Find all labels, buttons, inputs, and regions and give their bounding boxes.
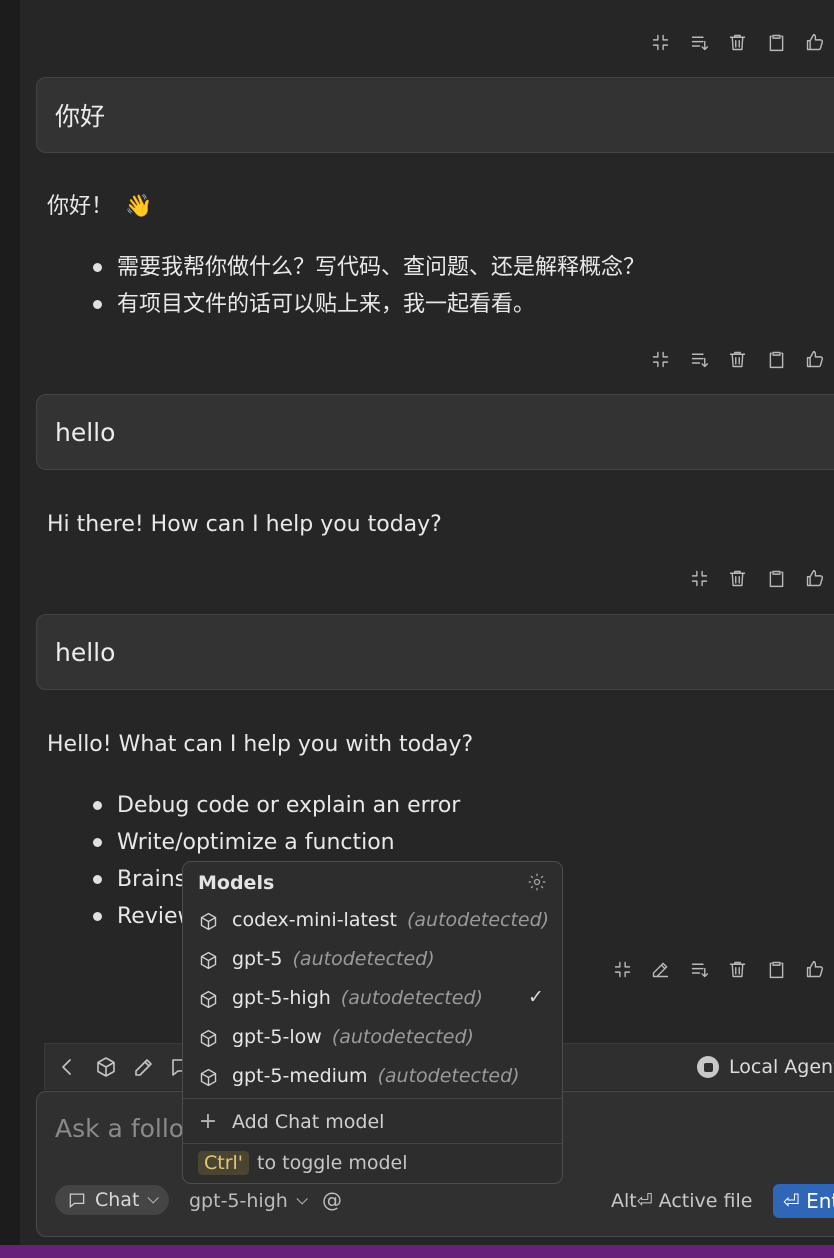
model-label: gpt-5-high xyxy=(189,1190,288,1212)
message-toolbar xyxy=(642,345,834,373)
status-item-icon[interactable] xyxy=(304,1247,322,1258)
model-option[interactable]: gpt-5-low (autodetected) xyxy=(183,1019,562,1058)
message-toolbar xyxy=(603,955,834,983)
toggle-model-hint: Ctrl' to toggle model xyxy=(198,1151,408,1175)
chevron-down-icon xyxy=(296,1193,308,1205)
edit-icon[interactable] xyxy=(642,955,681,983)
agent-icon xyxy=(697,1056,719,1078)
clipboard-icon[interactable] xyxy=(757,955,796,983)
left-rail xyxy=(0,0,20,1245)
trash-icon[interactable] xyxy=(719,28,758,56)
list-item: 有项目文件的话可以贴上来，我一起看看。 xyxy=(92,286,645,323)
mode-selector[interactable]: Chat xyxy=(55,1185,170,1215)
clipboard-icon[interactable] xyxy=(757,564,796,592)
model-option[interactable]: codex-mini-latest (autodetected) xyxy=(183,902,562,941)
model-tag: (autodetected) xyxy=(377,1065,520,1087)
list-item: Debug code or explain an error xyxy=(92,787,473,824)
divider xyxy=(183,1143,562,1144)
plus-icon: + xyxy=(198,1109,218,1134)
cube-icon xyxy=(198,911,219,932)
collapse-icon[interactable] xyxy=(680,564,719,592)
trash-icon[interactable] xyxy=(719,345,758,373)
waving-hand-emoji: 👋 xyxy=(125,194,153,219)
trash-icon[interactable] xyxy=(719,564,758,592)
gear-icon[interactable] xyxy=(527,872,547,892)
thumbs-up-icon[interactable] xyxy=(796,564,834,592)
model-tag: (autodetected) xyxy=(340,987,483,1009)
user-message[interactable]: 你好 xyxy=(36,77,834,153)
mode-label: Chat xyxy=(95,1189,140,1211)
chevron-down-icon xyxy=(147,1192,160,1204)
cube-icon xyxy=(198,950,219,971)
agent-label: Local Agent xyxy=(729,1056,834,1078)
collapse-icon[interactable] xyxy=(603,955,642,983)
hint-text: to toggle model xyxy=(257,1152,408,1174)
apply-icon[interactable] xyxy=(680,28,719,56)
clipboard-icon[interactable] xyxy=(757,345,796,373)
cube-icon xyxy=(198,989,219,1010)
response-text: Hello! What can I help you with today? xyxy=(47,732,474,757)
collapse-icon[interactable] xyxy=(642,345,681,373)
active-file-hint[interactable]: Alt⏎ Active file xyxy=(611,1190,752,1212)
status-item-icon[interactable] xyxy=(620,1247,638,1258)
checkmark-icon: ✓ xyxy=(528,986,544,1008)
model-option[interactable]: gpt-5-medium (autodetected) xyxy=(183,1058,562,1097)
model-name: gpt-5-high xyxy=(232,987,331,1009)
assistant-response: 你好！ 👋 需要我帮你做什么？写代码、查问题、还是解释概念？ 有项目文件的话可以贴… xyxy=(47,192,645,323)
model-name: gpt-5 xyxy=(232,948,283,970)
model-tag: (autodetected) xyxy=(406,909,550,931)
response-text: Hi there! How can I help you today? xyxy=(47,512,442,537)
thumbs-up-icon[interactable] xyxy=(796,955,834,983)
chevron-left-icon[interactable] xyxy=(55,1055,79,1079)
user-message[interactable]: hello xyxy=(36,394,834,470)
model-selector[interactable]: gpt-5-high xyxy=(189,1190,308,1212)
chat-bubble-icon xyxy=(69,1193,85,1208)
message-toolbar xyxy=(642,28,834,56)
cube-icon xyxy=(198,1067,219,1088)
clipboard-icon[interactable] xyxy=(757,28,796,56)
model-name: gpt-5-low xyxy=(232,1026,322,1048)
status-item-icon[interactable] xyxy=(450,1247,468,1258)
model-option[interactable]: gpt-5 (autodetected) xyxy=(183,941,562,980)
assistant-response: Hi there! How can I help you today? xyxy=(47,510,442,540)
apply-icon[interactable] xyxy=(680,955,719,983)
models-title: Models xyxy=(198,872,275,894)
status-bar xyxy=(0,1245,834,1258)
model-tag: (autodetected) xyxy=(331,1026,474,1048)
model-option-selected[interactable]: gpt-5-high (autodetected) ✓ xyxy=(183,980,562,1019)
list-item: 需要我帮你做什么？写代码、查问题、还是解释概念？ xyxy=(92,249,645,286)
user-message[interactable]: hello xyxy=(36,614,834,690)
status-item-icon[interactable] xyxy=(796,1247,814,1258)
thumbs-up-icon[interactable] xyxy=(796,28,834,56)
apply-icon[interactable] xyxy=(680,345,719,373)
enter-button[interactable]: ⏎ Ent xyxy=(773,1184,834,1218)
list-item: Write/optimize a function xyxy=(92,824,473,861)
message-toolbar xyxy=(680,564,834,592)
thumbs-up-icon[interactable] xyxy=(796,345,834,373)
model-name: gpt-5-medium xyxy=(232,1065,368,1087)
cube-icon[interactable] xyxy=(94,1055,118,1079)
trash-icon[interactable] xyxy=(719,955,758,983)
add-chat-model-button[interactable]: + Add Chat model xyxy=(198,1109,385,1134)
divider xyxy=(183,1098,562,1099)
chat-input-placeholder[interactable]: Ask a follo xyxy=(55,1114,184,1143)
pencil-icon[interactable] xyxy=(132,1055,156,1079)
shortcut-key: Ctrl' xyxy=(198,1151,250,1175)
models-dropdown: Models codex-mini-latest (autodetected) g… xyxy=(182,861,563,1184)
model-name: codex-mini-latest xyxy=(232,909,397,931)
add-model-label: Add Chat model xyxy=(232,1110,385,1133)
collapse-icon[interactable] xyxy=(642,28,681,56)
response-text: 你好！ xyxy=(47,194,114,219)
mention-button[interactable]: @ xyxy=(322,1188,342,1212)
local-agent-button[interactable]: Local Agent xyxy=(697,1056,834,1078)
cube-icon xyxy=(198,1028,219,1049)
model-tag: (autodetected) xyxy=(292,948,435,970)
